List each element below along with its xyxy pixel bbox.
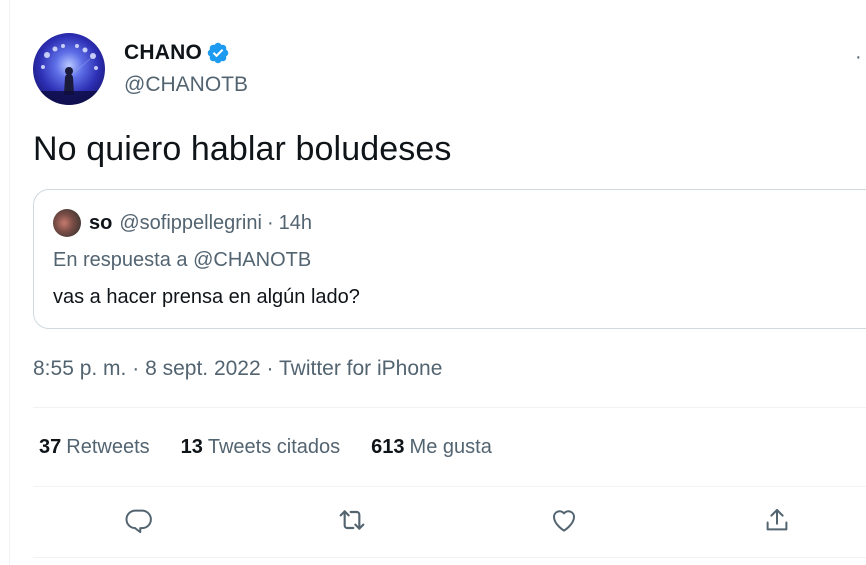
- quoted-header: so @sofippellegrini · 14h: [89, 212, 312, 235]
- tweet-text: No quiero hablar boludeses: [33, 130, 452, 168]
- likes-count: 613: [371, 436, 405, 458]
- author-avatar[interactable]: [33, 33, 105, 105]
- quoted-separator: ·: [266, 212, 274, 234]
- quoted-time: 14h: [278, 212, 312, 234]
- reply-button[interactable]: [117, 500, 161, 544]
- retweet-button[interactable]: [330, 500, 374, 544]
- author-handle[interactable]: @CHANOTB: [124, 73, 248, 97]
- quotes-count: 13: [180, 436, 203, 458]
- author-name-row: CHANO: [124, 41, 230, 65]
- quoted-author-handle: @sofippellegrini: [119, 212, 262, 234]
- quoted-tweet[interactable]: so @sofippellegrini · 14h En respuesta a…: [33, 189, 866, 329]
- retweets-label: Retweets: [66, 436, 150, 458]
- reply-mention: @CHANOTB: [193, 249, 312, 271]
- meta-separator-1: ·: [132, 357, 140, 380]
- share-button[interactable]: [755, 500, 799, 544]
- engagement-stats: 37 Retweets 13 Tweets citados 613 Me gusta: [39, 436, 523, 459]
- more-options-icon[interactable]: ·: [855, 47, 862, 67]
- quotes-stat[interactable]: 13 Tweets citados: [181, 436, 341, 459]
- reply-prefix: En respuesta a: [53, 249, 188, 271]
- tweet-time[interactable]: 8:55 p. m.: [33, 357, 126, 380]
- retweets-count: 37: [39, 436, 62, 458]
- quoted-author-avatar: [53, 209, 81, 237]
- tweet-header: CHANO @CHANOTB ·: [33, 33, 866, 105]
- divider-top: [33, 407, 866, 408]
- quotes-label: Tweets citados: [207, 436, 341, 458]
- retweet-icon: [336, 504, 368, 541]
- quoted-author-name: so: [89, 212, 113, 234]
- verified-badge-icon: [206, 41, 230, 65]
- timeline-border: [9, 0, 10, 565]
- retweets-stat[interactable]: 37 Retweets: [39, 436, 150, 459]
- likes-label: Me gusta: [409, 436, 492, 458]
- divider-bottom: [33, 557, 866, 558]
- tweet-metadata: 8:55 p. m. · 8 sept. 2022 · Twitter for …: [33, 357, 442, 381]
- like-button[interactable]: [542, 500, 586, 544]
- reply-icon: [124, 505, 154, 540]
- share-icon: [762, 505, 792, 540]
- heart-icon: [549, 505, 579, 540]
- tweet-date[interactable]: 8 sept. 2022: [145, 357, 261, 380]
- meta-separator-2: ·: [266, 357, 274, 380]
- divider-middle: [33, 486, 866, 487]
- quoted-text: vas a hacer prensa en algún lado?: [53, 286, 360, 308]
- likes-stat[interactable]: 613 Me gusta: [371, 436, 492, 459]
- tweet-source[interactable]: Twitter for iPhone: [279, 357, 442, 380]
- action-bar: [0, 500, 866, 544]
- author-name[interactable]: CHANO: [124, 41, 202, 65]
- quoted-reply-context: En respuesta a @CHANOTB: [53, 249, 311, 272]
